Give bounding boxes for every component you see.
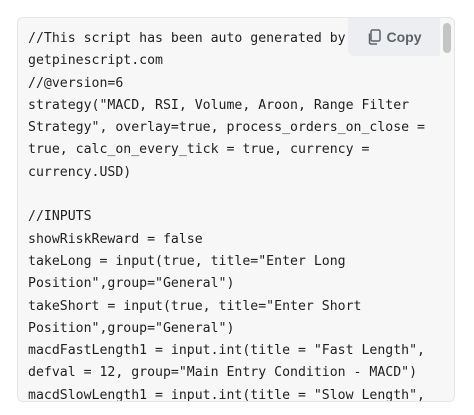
code-line: true, calc_on_every_tick = true, currenc… xyxy=(28,142,370,158)
code-line: defval = 12, group="Main Entry Condition… xyxy=(28,365,418,381)
code-block: //This script has been auto generated by… xyxy=(17,17,455,402)
copy-icon xyxy=(367,29,381,45)
code-line: macdSlowLength1 = input.int(title = "Slo… xyxy=(28,387,425,401)
code-line: Strategy", overlay=true, process_orders_… xyxy=(28,120,425,136)
code-line: macdFastLength1 = input.int(title = "Fas… xyxy=(28,343,425,359)
copy-button[interactable]: Copy xyxy=(348,18,440,56)
code-line: showRiskReward = false xyxy=(28,231,203,247)
code-line: strategy("MACD, RSI, Volume, Aroon, Rang… xyxy=(28,97,410,113)
code-line: //@version=6 xyxy=(28,75,124,91)
code-content: //This script has been auto generated by… xyxy=(18,18,440,401)
code-line: takeLong = input(true, title="Enter Long xyxy=(28,253,346,269)
code-line: takeShort = input(true, title="Enter Sho… xyxy=(28,298,362,314)
code-line: Position",group="General") xyxy=(28,320,235,336)
code-line: currency.USD) xyxy=(28,164,132,180)
scrollbar-thumb[interactable] xyxy=(443,23,451,53)
vertical-scrollbar[interactable] xyxy=(440,18,454,401)
code-line: Position",group="General") xyxy=(28,276,235,292)
code-line: //INPUTS xyxy=(28,209,92,225)
copy-button-label: Copy xyxy=(386,29,422,45)
code-scroll-area[interactable]: //This script has been auto generated by… xyxy=(18,18,440,401)
